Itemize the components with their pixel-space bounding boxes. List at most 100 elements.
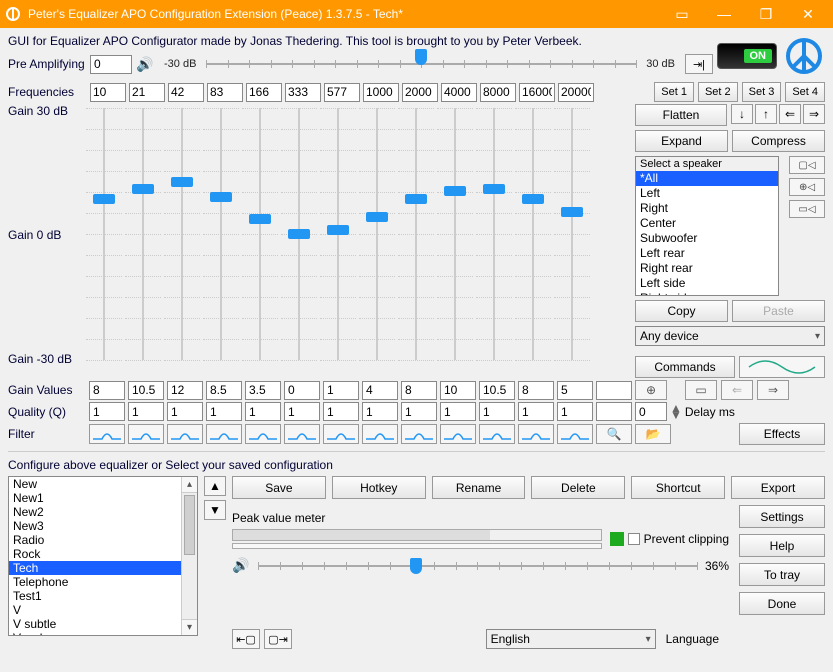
preset-item[interactable]: Telephone [9,575,181,589]
speaker-mode2-button[interactable]: ⊕◁ [789,178,825,196]
preset-item[interactable]: New1 [9,491,181,505]
preset-item[interactable]: V [9,603,181,617]
io-route-button[interactable]: ⇥| [685,54,713,74]
filter-type-button-10[interactable] [479,424,515,444]
preset-item[interactable]: V subtle [9,617,181,631]
delete-button[interactable]: Delete [531,476,625,499]
gain-value-input-10[interactable] [479,381,515,400]
speaker-item[interactable]: Left rear [636,246,778,261]
speaker-item[interactable]: Right rear [636,261,778,276]
right-arrow-button[interactable]: ⇒ [803,104,825,124]
quality-input-0[interactable] [89,402,125,421]
preset-item[interactable]: Vocal [9,631,181,636]
quality-input-12[interactable] [557,402,593,421]
quality-input-8[interactable] [401,402,437,421]
freq-input-4[interactable] [246,83,282,102]
analyzer-button[interactable] [739,356,825,378]
next-band-button[interactable]: ⇒ [757,380,789,400]
preset-item[interactable]: New [9,477,181,491]
preset-item[interactable]: New3 [9,519,181,533]
prev-band-button[interactable]: ⇐ [721,380,753,400]
speaker-item[interactable]: Right [636,201,778,216]
freq-input-11[interactable] [519,83,555,102]
filter-search-button[interactable]: 🔍 [596,424,632,444]
eq-slider-10[interactable] [476,104,512,364]
freq-input-9[interactable] [441,83,477,102]
copy-button[interactable]: Copy [635,300,728,322]
gain-value-input-7[interactable] [362,381,398,400]
speaker-mode3-button[interactable]: ▭◁ [789,200,825,218]
expand-button[interactable]: Expand [635,130,728,152]
eq-slider-11[interactable] [515,104,551,364]
language-select[interactable]: English▾ [486,629,656,649]
up-arrow-button[interactable]: ↑ [755,104,777,124]
freq-input-0[interactable] [90,83,126,102]
filter-type-button-2[interactable] [167,424,203,444]
close-button[interactable]: ✕ [787,6,829,23]
freq-input-12[interactable] [558,83,594,102]
freq-input-8[interactable] [402,83,438,102]
power-switch[interactable]: ON [717,43,777,69]
gain-value-input-12[interactable] [557,381,593,400]
done-button[interactable]: Done [739,592,825,615]
gain-extra-input[interactable] [596,381,632,400]
speaker-mode1-button[interactable]: ▢◁ [789,156,825,174]
shortcut-button[interactable]: Shortcut [631,476,725,499]
preset-down-button[interactable]: ▼ [204,500,226,520]
gain-value-input-6[interactable] [323,381,359,400]
filter-type-button-0[interactable] [89,424,125,444]
quality-input-11[interactable] [518,402,554,421]
eq-slider-9[interactable] [437,104,473,364]
eq-slider-7[interactable] [359,104,395,364]
gain-value-input-5[interactable] [284,381,320,400]
flatten-button[interactable]: Flatten [635,104,727,126]
cast-icon[interactable]: ▭ [661,6,703,23]
eq-slider-6[interactable] [320,104,356,364]
quality-input-9[interactable] [440,402,476,421]
maximize-button[interactable]: ❐ [745,6,787,23]
eq-slider-3[interactable] [203,104,239,364]
freq-input-10[interactable] [480,83,516,102]
freq-input-3[interactable] [207,83,243,102]
device-select[interactable]: Any device▾ [635,326,825,346]
eq-slider-2[interactable] [164,104,200,364]
set-button-3[interactable]: Set 3 [742,82,782,102]
filter-type-button-12[interactable] [557,424,593,444]
effects-button[interactable]: Effects [739,423,825,445]
save-button[interactable]: Save [232,476,326,499]
settings-button[interactable]: Settings [739,505,825,528]
speaker-item[interactable]: Center [636,216,778,231]
commands-button[interactable]: Commands [635,356,735,378]
speaker-item[interactable]: Subwoofer [636,231,778,246]
left-arrow-button[interactable]: ⇐ [779,104,801,124]
volume-slider[interactable] [258,558,697,574]
export-file-button[interactable]: ▢⇥ [264,629,292,649]
quality-input-6[interactable] [323,402,359,421]
hotkey-button[interactable]: Hotkey [332,476,426,499]
quality-extra-input[interactable] [596,402,632,421]
help-button[interactable]: Help [739,534,825,557]
speaker-list[interactable]: *AllLeftRightCenterSubwooferLeft rearRig… [636,171,778,295]
gain-value-input-0[interactable] [89,381,125,400]
preset-item[interactable]: Test1 [9,589,181,603]
quality-input-7[interactable] [362,402,398,421]
preamp-input[interactable] [90,55,132,74]
quality-input-10[interactable] [479,402,515,421]
quality-input-5[interactable] [284,402,320,421]
gain-value-input-8[interactable] [401,381,437,400]
quality-input-4[interactable] [245,402,281,421]
gain-value-input-2[interactable] [167,381,203,400]
set-button-4[interactable]: Set 4 [785,82,825,102]
delay-input[interactable] [635,402,667,421]
preset-scrollbar[interactable]: ▴ ▾ [181,477,197,635]
speaker-item[interactable]: Left side [636,276,778,291]
filter-open-button[interactable]: 📂 [635,424,671,444]
eq-slider-8[interactable] [398,104,434,364]
add-band-button[interactable]: ⊕ [635,380,667,400]
preset-item[interactable]: Tech [9,561,181,575]
quality-input-1[interactable] [128,402,164,421]
minimize-button[interactable]: — [703,6,745,22]
preset-up-button[interactable]: ▲ [204,476,226,496]
preset-list[interactable]: NewNew1New2New3RadioRockTechTelephoneTes… [8,476,198,636]
gain-value-input-4[interactable] [245,381,281,400]
